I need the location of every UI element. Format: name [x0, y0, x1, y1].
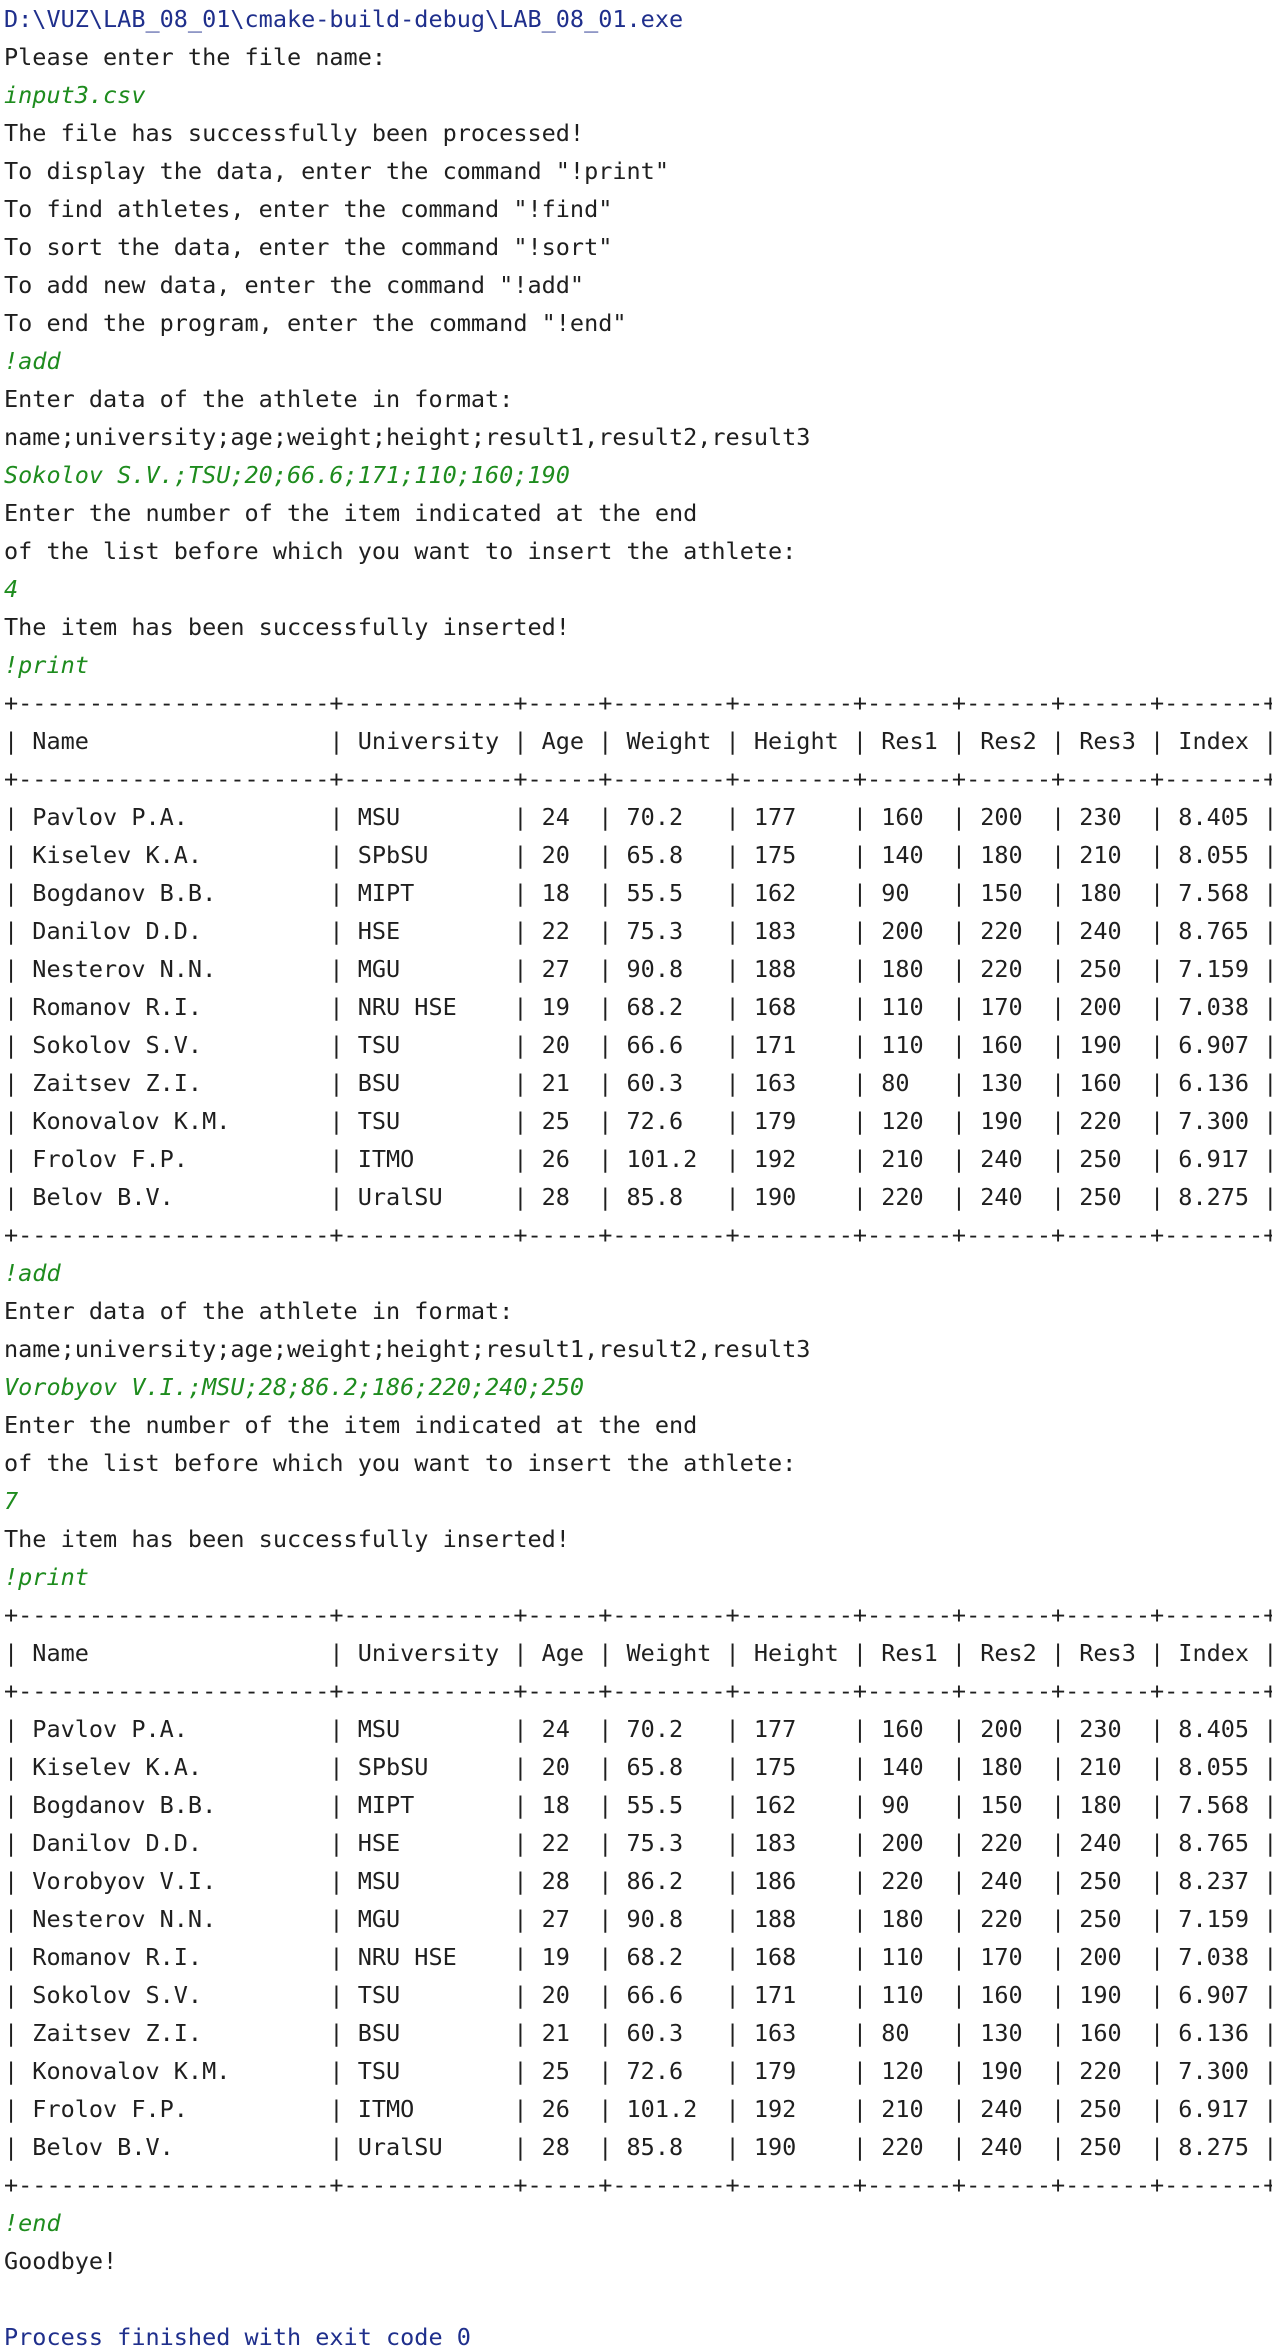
console-line: To display the data, enter the command "… — [4, 157, 669, 185]
console-line: The item has been successfully inserted! — [4, 1525, 570, 1553]
table-line: | Bogdanov B.B. | MIPT | 18 | 55.5 | 162… — [4, 879, 1272, 907]
table-line: | Romanov R.I. | NRU HSE | 19 | 68.2 | 1… — [4, 1943, 1272, 1971]
console-input-line: 7 — [4, 1487, 19, 1515]
console-line: Enter data of the athlete in format: — [4, 385, 514, 413]
console-line: Enter data of the athlete in format: — [4, 1297, 514, 1325]
console-input-line: !add — [4, 347, 61, 375]
table-line: | Vorobyov V.I. | MSU | 28 | 86.2 | 186 … — [4, 1867, 1272, 1895]
table-line: | Bogdanov B.B. | MIPT | 18 | 55.5 | 162… — [4, 1791, 1272, 1819]
console-input-line: !print — [4, 651, 89, 679]
console-line: To find athletes, enter the command "!fi… — [4, 195, 613, 223]
table-line: +----------------------+------------+---… — [4, 1677, 1272, 1705]
console-line: of the list before which you want to ins… — [4, 537, 797, 565]
table-line: | Belov B.V. | UralSU | 28 | 85.8 | 190 … — [4, 1183, 1272, 1211]
table-line: | Konovalov K.M. | TSU | 25 | 72.6 | 179… — [4, 1107, 1272, 1135]
console-line: name;university;age;weight;height;result… — [4, 423, 811, 451]
console-input-line: 4 — [4, 575, 19, 603]
console-system-line: Process finished with exit code 0 — [4, 2323, 471, 2346]
table-line: +----------------------+------------+---… — [4, 765, 1272, 793]
console-input-line: !add — [4, 1259, 61, 1287]
console-line: Enter the number of the item indicated a… — [4, 499, 698, 527]
table-line: | Name | University | Age | Weight | Hei… — [4, 727, 1272, 755]
console-line: Goodbye! — [4, 2247, 118, 2275]
table-line: | Frolov F.P. | ITMO | 26 | 101.2 | 192 … — [4, 2095, 1272, 2123]
table-line: | Zaitsev Z.I. | BSU | 21 | 60.3 | 163 |… — [4, 1069, 1272, 1097]
console-line: The item has been successfully inserted! — [4, 613, 570, 641]
console-line: The file has successfully been processed… — [4, 119, 585, 147]
table-line: +----------------------+------------+---… — [4, 1221, 1272, 1249]
table-line: +----------------------+------------+---… — [4, 689, 1272, 717]
table-line: | Sokolov S.V. | TSU | 20 | 66.6 | 171 |… — [4, 1031, 1272, 1059]
console-output[interactable]: D:\VUZ\LAB_08_01\cmake-build-debug\LAB_0… — [0, 0, 1272, 2346]
table-line: | Pavlov P.A. | MSU | 24 | 70.2 | 177 | … — [4, 1715, 1272, 1743]
console-system-line: D:\VUZ\LAB_08_01\cmake-build-debug\LAB_0… — [4, 5, 684, 33]
table-line: +----------------------+------------+---… — [4, 1601, 1272, 1629]
table-line: | Konovalov K.M. | TSU | 25 | 72.6 | 179… — [4, 2057, 1272, 2085]
console-input-line: Vorobyov V.I.;MSU;28;86.2;186;220;240;25… — [4, 1373, 585, 1401]
console-input-line: Sokolov S.V.;TSU;20;66.6;171;110;160;190 — [4, 461, 570, 489]
table-line: | Danilov D.D. | HSE | 22 | 75.3 | 183 |… — [4, 917, 1272, 945]
table-line: | Pavlov P.A. | MSU | 24 | 70.2 | 177 | … — [4, 803, 1272, 831]
table-line: | Frolov F.P. | ITMO | 26 | 101.2 | 192 … — [4, 1145, 1272, 1173]
console-line: of the list before which you want to ins… — [4, 1449, 797, 1477]
table-line: | Zaitsev Z.I. | BSU | 21 | 60.3 | 163 |… — [4, 2019, 1272, 2047]
console-line: Enter the number of the item indicated a… — [4, 1411, 698, 1439]
table-line: | Romanov R.I. | NRU HSE | 19 | 68.2 | 1… — [4, 993, 1272, 1021]
console-input-line: input3.csv — [4, 81, 146, 109]
table-line: | Sokolov S.V. | TSU | 20 | 66.6 | 171 |… — [4, 1981, 1272, 2009]
table-line: | Nesterov N.N. | MGU | 27 | 90.8 | 188 … — [4, 1905, 1272, 1933]
table-line: | Danilov D.D. | HSE | 22 | 75.3 | 183 |… — [4, 1829, 1272, 1857]
console-input-line: !end — [4, 2209, 61, 2237]
table-line: +----------------------+------------+---… — [4, 2171, 1272, 2199]
console-line: Please enter the file name: — [4, 43, 387, 71]
table-line: | Name | University | Age | Weight | Hei… — [4, 1639, 1272, 1667]
console-input-line: !print — [4, 1563, 89, 1591]
table-line: | Kiselev K.A. | SPbSU | 20 | 65.8 | 175… — [4, 1753, 1272, 1781]
table-line: | Nesterov N.N. | MGU | 27 | 90.8 | 188 … — [4, 955, 1272, 983]
console-line: To add new data, enter the command "!add… — [4, 271, 585, 299]
console-line: To end the program, enter the command "!… — [4, 309, 627, 337]
table-line: | Kiselev K.A. | SPbSU | 20 | 65.8 | 175… — [4, 841, 1272, 869]
console-line: name;university;age;weight;height;result… — [4, 1335, 811, 1363]
table-line: | Belov B.V. | UralSU | 28 | 85.8 | 190 … — [4, 2133, 1272, 2161]
console-line: To sort the data, enter the command "!so… — [4, 233, 613, 261]
